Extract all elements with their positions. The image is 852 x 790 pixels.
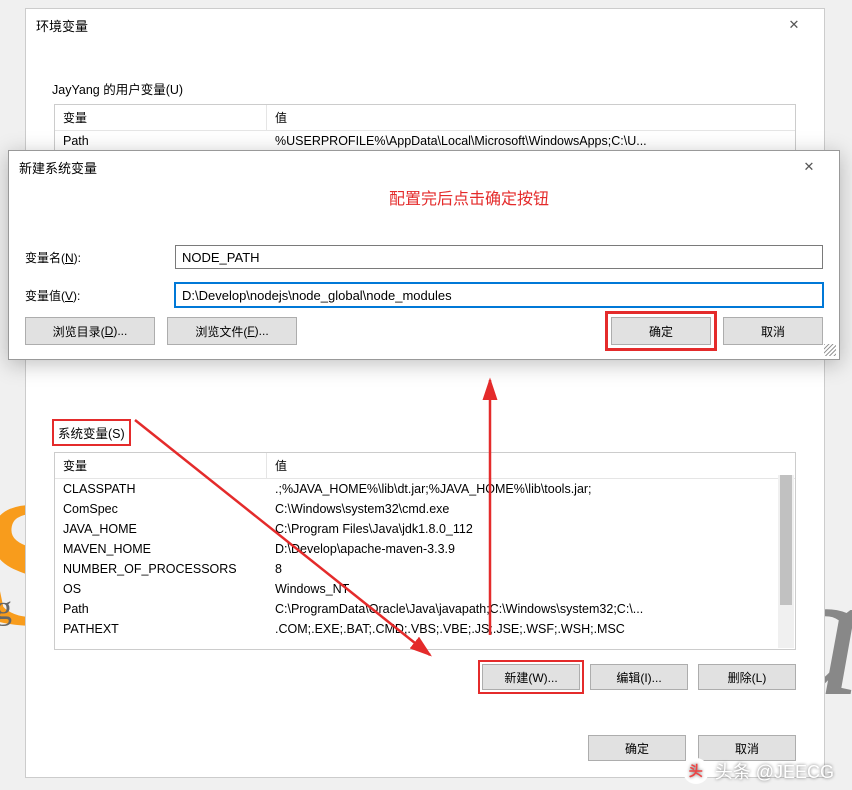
- scrollbar-thumb[interactable]: [780, 475, 792, 605]
- ok-button[interactable]: 确定: [588, 735, 686, 761]
- table-row[interactable]: ComSpecC:\Windows\system32\cmd.exe: [55, 499, 795, 519]
- title-bar: 新建系统变量 ✕: [9, 151, 839, 183]
- table-row[interactable]: PathC:\ProgramData\Oracle\Java\javapath;…: [55, 599, 795, 619]
- close-icon[interactable]: ✕: [789, 153, 829, 181]
- watermark: 头 头条 @JEECG: [683, 758, 834, 784]
- table-row[interactable]: JAVA_HOMEC:\Program Files\Java\jdk1.8.0_…: [55, 519, 795, 539]
- cancel-button[interactable]: 取消: [723, 317, 823, 345]
- title-bar: 环境变量 ✕: [26, 9, 824, 41]
- dialog-title: 新建系统变量: [19, 158, 97, 177]
- table-row[interactable]: PATHEXT.COM;.EXE;.BAT;.CMD;.VBS;.VBE;.JS…: [55, 619, 795, 639]
- watermark-icon: 头: [683, 758, 709, 784]
- col-header-variable[interactable]: 变量: [55, 453, 267, 478]
- variable-name-label: 变量名(N):: [25, 249, 175, 266]
- variable-value-input[interactable]: [175, 283, 823, 307]
- system-vars-label: 系统变量(S): [52, 419, 131, 446]
- variable-value-label: 变量值(V):: [25, 287, 175, 304]
- col-header-value[interactable]: 值: [267, 453, 795, 478]
- table-row[interactable]: CLASSPATH.;%JAVA_HOME%\lib\dt.jar;%JAVA_…: [55, 479, 795, 499]
- ok-button[interactable]: 确定: [611, 317, 711, 345]
- system-vars-table[interactable]: 变量 值 CLASSPATH.;%JAVA_HOME%\lib\dt.jar;%…: [54, 452, 796, 650]
- edit-button[interactable]: 编辑(I)...: [590, 664, 688, 690]
- table-row[interactable]: Path %USERPROFILE%\AppData\Local\Microso…: [55, 131, 795, 151]
- close-icon[interactable]: ✕: [774, 11, 814, 39]
- delete-button[interactable]: 删除(L): [698, 664, 796, 690]
- browse-directory-button[interactable]: 浏览目录(D)...: [25, 317, 155, 345]
- variable-name-input[interactable]: [175, 245, 823, 269]
- scrollbar[interactable]: [778, 475, 794, 648]
- dialog-title: 环境变量: [36, 16, 88, 35]
- user-vars-label: JayYang 的用户变量(U): [52, 79, 824, 98]
- new-system-variable-dialog: 新建系统变量 ✕ 配置完后点击确定按钮 变量名(N): 变量值(V): 浏览目录…: [8, 150, 840, 360]
- table-row[interactable]: NUMBER_OF_PROCESSORS8: [55, 559, 795, 579]
- col-header-variable[interactable]: 变量: [55, 105, 267, 130]
- new-button[interactable]: 新建(W)...: [482, 664, 580, 690]
- browse-file-button[interactable]: 浏览文件(F)...: [167, 317, 297, 345]
- resize-grip-icon[interactable]: [824, 344, 836, 356]
- env-vars-dialog: 环境变量 ✕ JayYang 的用户变量(U) 变量 值 Path %USERP…: [25, 8, 825, 778]
- table-row[interactable]: OSWindows_NT: [55, 579, 795, 599]
- annotation-text: 配置完后点击确定按钮: [389, 185, 549, 209]
- table-row[interactable]: MAVEN_HOMED:\Develop\apache-maven-3.3.9: [55, 539, 795, 559]
- col-header-value[interactable]: 值: [267, 105, 795, 130]
